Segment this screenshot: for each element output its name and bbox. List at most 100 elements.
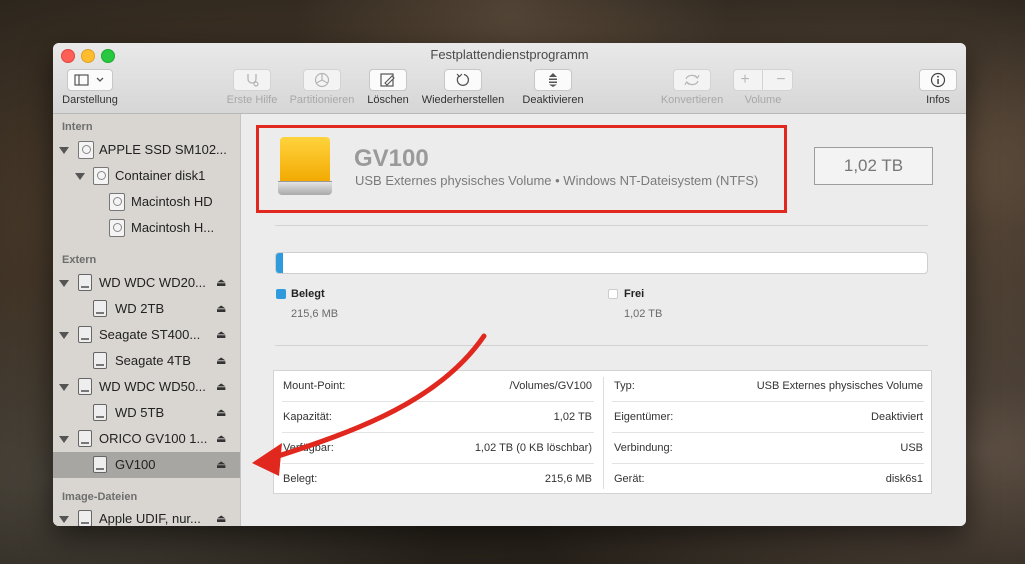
eject-icon[interactable]: ⏏ bbox=[216, 406, 226, 419]
titlebar: Festplattendienstprogramm Darstellung Er… bbox=[53, 43, 966, 114]
legend-used-value: 215,6 MB bbox=[291, 308, 339, 320]
sidebar-item-label: Seagate 4TB bbox=[115, 353, 191, 368]
restore-button[interactable] bbox=[444, 69, 482, 91]
volume-disk-icon bbox=[93, 456, 107, 473]
partition-pie-icon bbox=[314, 72, 330, 88]
remove-volume-button[interactable]: − bbox=[776, 71, 785, 89]
row-separator bbox=[612, 401, 924, 402]
sidebar-item-wd-2tb[interactable]: WD 2TB ⏏ bbox=[53, 296, 240, 322]
volume-segment: + − bbox=[733, 69, 793, 91]
sidebar-item-label: Container disk1 bbox=[115, 168, 206, 183]
eject-icon[interactable]: ⏏ bbox=[216, 354, 226, 367]
erase-label: Löschen bbox=[367, 94, 409, 106]
erase-button[interactable] bbox=[369, 69, 407, 91]
first-aid-button[interactable] bbox=[233, 69, 271, 91]
sidebar-item-apple-udif[interactable]: Apple UDIF, nur... ⏏ bbox=[53, 506, 240, 526]
sidebar-item-label: Macintosh H... bbox=[131, 220, 215, 235]
sidebar-item-seagate-st400[interactable]: Seagate ST400... ⏏ bbox=[53, 322, 240, 348]
disk-utility-window: Festplattendienstprogramm Darstellung Er… bbox=[53, 43, 966, 526]
convert-label: Konvertieren bbox=[660, 94, 724, 106]
available-value: 1,02 TB (0 KB löschbar) bbox=[474, 442, 592, 454]
row-separator bbox=[282, 432, 594, 433]
sidebar-item-macintosh-hd-data[interactable]: Macintosh H... bbox=[53, 215, 240, 241]
convert-button[interactable] bbox=[673, 69, 711, 91]
used-value: 215,6 MB bbox=[544, 473, 592, 485]
erase-pencil-icon bbox=[380, 73, 395, 87]
external-disk-icon bbox=[78, 274, 92, 291]
disclosure-triangle-icon[interactable] bbox=[59, 280, 69, 287]
volume-label: Volume bbox=[744, 94, 782, 106]
info-icon bbox=[930, 72, 946, 88]
sidebar-item-orico-gv100[interactable]: ORICO GV100 1... ⏏ bbox=[53, 426, 240, 452]
restore-label: Wiederherstellen bbox=[421, 94, 505, 106]
section-image-files: Image-Dateien bbox=[62, 491, 138, 503]
restore-arrow-icon bbox=[456, 73, 470, 86]
annotation-highlight-box bbox=[256, 125, 787, 213]
usage-bar bbox=[275, 252, 928, 274]
partition-button[interactable] bbox=[303, 69, 341, 91]
eject-icon[interactable]: ⏏ bbox=[216, 276, 226, 289]
container-icon bbox=[93, 167, 109, 185]
row-separator bbox=[282, 463, 594, 464]
eject-icon[interactable]: ⏏ bbox=[216, 380, 226, 393]
eject-icon[interactable]: ⏏ bbox=[216, 432, 226, 445]
info-button[interactable] bbox=[919, 69, 957, 91]
sidebar-item-label: WD WDC WD50... bbox=[99, 379, 206, 394]
disclosure-triangle-icon[interactable] bbox=[75, 173, 85, 180]
row-separator bbox=[282, 401, 594, 402]
add-volume-button[interactable]: + bbox=[740, 71, 749, 89]
unmount-icon bbox=[549, 73, 557, 87]
capacity-box: 1,02 TB bbox=[814, 147, 933, 185]
sidebar-item-wd-wdc-wd20[interactable]: WD WDC WD20... ⏏ bbox=[53, 270, 240, 296]
convert-cycle-icon bbox=[684, 74, 700, 86]
disclosure-triangle-icon[interactable] bbox=[59, 516, 69, 523]
eject-icon[interactable]: ⏏ bbox=[216, 458, 226, 471]
sidebar-item-apple-ssd[interactable]: APPLE SSD SM102... bbox=[53, 137, 240, 163]
disclosure-triangle-icon[interactable] bbox=[59, 436, 69, 443]
sidebar-item-wd-wdc-wd50[interactable]: WD WDC WD50... ⏏ bbox=[53, 374, 240, 400]
divider bbox=[275, 345, 928, 346]
section-external: Extern bbox=[62, 254, 97, 266]
row-separator bbox=[612, 432, 924, 433]
connection-key: Verbindung: bbox=[614, 442, 673, 454]
eject-icon[interactable]: ⏏ bbox=[216, 302, 226, 315]
device-value: disk6s1 bbox=[885, 473, 923, 485]
sidebar-item-gv100[interactable]: GV100 ⏏ bbox=[53, 452, 240, 478]
window-title: Festplattendienstprogramm bbox=[430, 47, 589, 62]
sidebar-item-label: Apple UDIF, nur... bbox=[99, 511, 201, 526]
used-key: Belegt: bbox=[283, 473, 318, 485]
view-button[interactable] bbox=[67, 69, 113, 91]
sidebar-item-seagate-4tb[interactable]: Seagate 4TB ⏏ bbox=[53, 348, 240, 374]
sidebar-item-label: ORICO GV100 1... bbox=[99, 431, 208, 446]
available-key: Verfügbar: bbox=[283, 442, 334, 454]
sidebar-item-macintosh-hd[interactable]: Macintosh HD bbox=[53, 189, 240, 215]
sidebar-item-wd-5tb[interactable]: WD 5TB ⏏ bbox=[53, 400, 240, 426]
legend-used-title: Belegt bbox=[291, 288, 325, 300]
capacity-value: 1,02 TB bbox=[553, 411, 592, 423]
eject-icon[interactable]: ⏏ bbox=[216, 328, 226, 341]
capacity-key: Kapazität: bbox=[283, 411, 332, 423]
unmount-button[interactable] bbox=[534, 69, 572, 91]
sidebar-item-label: GV100 bbox=[115, 457, 156, 472]
sidebar-item-label: Seagate ST400... bbox=[99, 327, 201, 342]
eject-icon[interactable]: ⏏ bbox=[216, 512, 226, 525]
connection-value: USB bbox=[900, 442, 923, 454]
device-key: Gerät: bbox=[614, 473, 645, 485]
sidebar-item-label: Macintosh HD bbox=[131, 194, 213, 209]
disclosure-triangle-icon[interactable] bbox=[59, 384, 69, 391]
segment-divider bbox=[762, 70, 764, 90]
row-separator bbox=[612, 463, 924, 464]
volume-disk-icon bbox=[93, 352, 107, 369]
volume-disk-icon bbox=[93, 404, 107, 421]
usage-bar-used-fill bbox=[276, 253, 283, 273]
owners-value: Deaktiviert bbox=[871, 411, 923, 423]
sidebar-item-label: WD 2TB bbox=[115, 301, 165, 316]
disclosure-triangle-icon[interactable] bbox=[59, 332, 69, 339]
type-value: USB Externes physisches Volume bbox=[756, 380, 923, 392]
image-disk-icon bbox=[78, 510, 92, 526]
external-disk-icon bbox=[78, 326, 92, 343]
sidebar-item-container-disk1[interactable]: Container disk1 bbox=[53, 163, 240, 189]
mount-point-key: Mount-Point: bbox=[283, 380, 346, 392]
disclosure-triangle-icon[interactable] bbox=[59, 147, 69, 154]
type-key: Typ: bbox=[614, 380, 635, 392]
